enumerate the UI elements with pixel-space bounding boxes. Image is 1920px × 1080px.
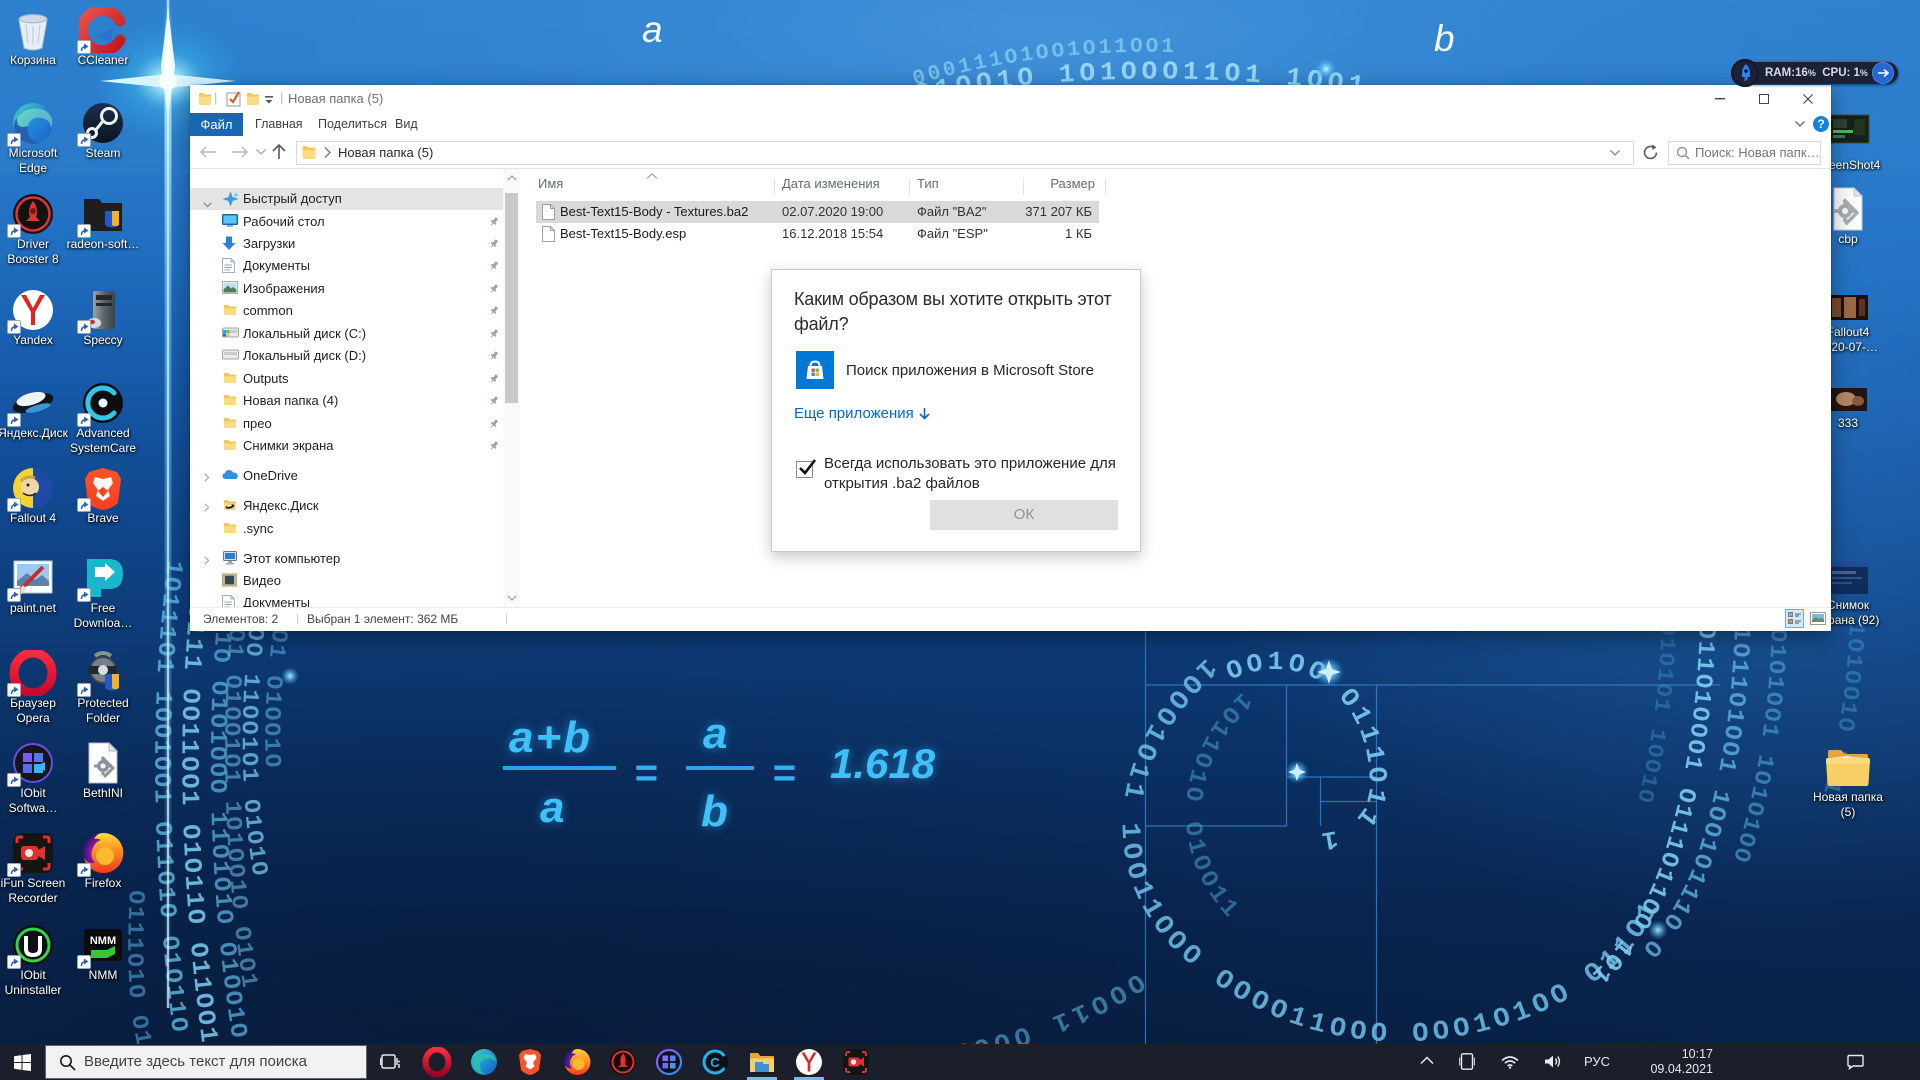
svg-text:=: = [634, 751, 657, 795]
svg-text:C: C [710, 1055, 720, 1070]
svg-text:a: a [642, 9, 663, 50]
svg-text:b: b [1434, 18, 1455, 59]
svg-text:a: a [703, 709, 727, 758]
svg-text:NMM: NMM [90, 935, 116, 947]
svg-text:=: = [772, 751, 795, 795]
svg-text:1.618: 1.618 [830, 740, 936, 787]
svg-text:b: b [701, 787, 728, 836]
svg-text:a+b: a+b [509, 713, 592, 762]
svg-text:a: a [540, 783, 564, 832]
